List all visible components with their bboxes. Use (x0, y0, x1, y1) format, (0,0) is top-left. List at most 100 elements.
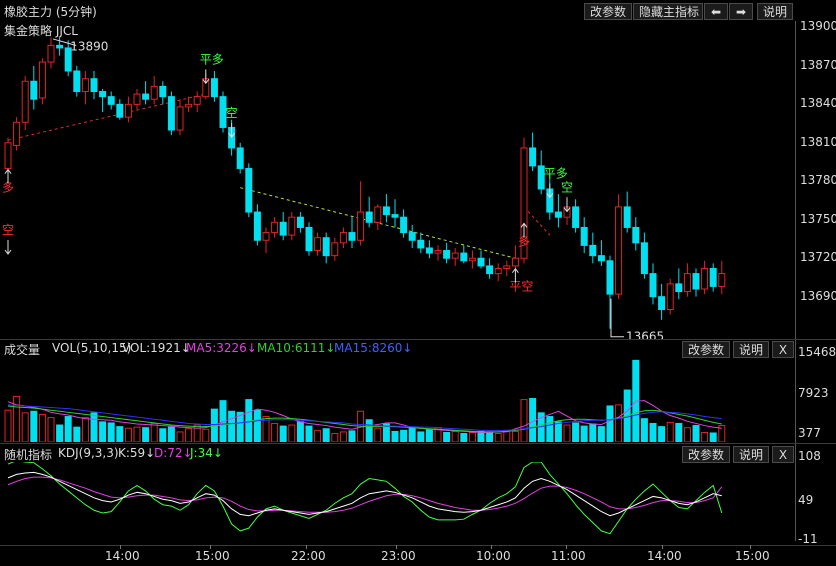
candle-body (434, 250, 442, 254)
high-label: 13890 (70, 40, 108, 54)
time-tick-mark (396, 545, 397, 549)
candle-body (193, 96, 201, 105)
time-tick-mark (662, 545, 663, 549)
price-tick-label: 13870 (800, 57, 836, 72)
volume-bar (56, 424, 64, 442)
scroll-left-button[interactable]: ⬅ (704, 3, 728, 20)
volume-ma5-line (7, 400, 722, 433)
candle-body (305, 226, 313, 252)
candle-body (90, 78, 98, 93)
price-tick-label: 13900 (800, 19, 836, 34)
volume-bar (296, 421, 304, 442)
candle-body (288, 216, 296, 236)
volume-bar (520, 399, 528, 442)
volume-bar (589, 423, 597, 442)
volume-bar (81, 417, 89, 442)
price-tick-label: 13690 (800, 288, 836, 303)
vol-params-button[interactable]: 改参数 (682, 341, 730, 358)
candle-body (47, 44, 55, 63)
kdj-axis-bottom: -11 (798, 532, 818, 546)
change-params-button[interactable]: 改参数 (584, 3, 632, 20)
scroll-right-button[interactable]: ➡ (729, 3, 753, 20)
signal-arrow-icon (4, 240, 12, 255)
volume-bar (408, 427, 416, 442)
kdj-panel-name: 随机指标 (4, 448, 53, 462)
vol-ma10-value: MA10:6111↓ (257, 341, 336, 355)
volume-chart[interactable] (0, 358, 795, 442)
volume-bar (546, 416, 554, 442)
volume-bar (554, 421, 562, 442)
volume-bar (30, 410, 38, 442)
kdj-close-button[interactable]: X (772, 446, 794, 463)
candle-body (417, 239, 425, 249)
candle-body (391, 214, 399, 218)
volume-bar (640, 418, 648, 442)
volume-bar (666, 421, 674, 442)
volume-bar (511, 430, 519, 442)
volume-bar (107, 422, 115, 442)
candle-body (314, 237, 322, 252)
candle-body (348, 232, 356, 241)
volume-bar (580, 425, 588, 442)
kdj-params-button[interactable]: 改参数 (682, 446, 730, 463)
volume-bar (451, 430, 459, 442)
volume-bar (365, 419, 373, 442)
volume-bar (159, 428, 167, 442)
volume-bar (468, 431, 476, 442)
candle-body (400, 216, 408, 234)
candle-body (99, 91, 107, 98)
volume-bar (443, 431, 451, 442)
vol-ma5-value: MA5:3226↓ (186, 341, 257, 355)
close-icon: X (778, 448, 788, 462)
volume-bar (193, 424, 201, 442)
candle-body (21, 80, 29, 123)
candle-body (185, 103, 193, 108)
signal-flat-long-label: 平多 (200, 52, 224, 66)
kdj-help-button[interactable]: 说明 (733, 446, 769, 463)
volume-bar (21, 412, 29, 442)
instrument-title: 橡胶主力 (5分钟) (4, 5, 97, 19)
candle-body (666, 283, 674, 311)
volume-bar (13, 395, 21, 442)
volume-bar (331, 433, 339, 442)
kdj-chart[interactable] (0, 462, 795, 544)
kdj-axis-mid: 49 (798, 493, 814, 507)
candle-body (176, 106, 184, 131)
candle-body (443, 250, 451, 259)
vol-help-button[interactable]: 说明 (733, 341, 769, 358)
candle-body (322, 237, 330, 257)
candle-body (210, 78, 218, 98)
candle-body (253, 211, 261, 241)
vol-formula: VOL(5,10,15) (52, 341, 132, 355)
arrow-left-icon: ⬅ (710, 5, 722, 19)
volume-bar (4, 409, 12, 442)
kdj-k-value: K:59↓ (118, 446, 156, 460)
candle-body (236, 147, 244, 169)
candle-body (597, 255, 605, 262)
volume-bar (38, 413, 46, 442)
candle-body (296, 216, 304, 228)
vol-close-button[interactable]: X (772, 341, 794, 358)
candle-body (468, 257, 476, 262)
time-tick-label: 11:00 (551, 549, 586, 563)
volume-bar (176, 431, 184, 442)
volume-bar (322, 428, 330, 442)
strategy-line-long (7, 93, 206, 141)
candle-body (331, 242, 339, 257)
vol-panel-name: 成交量 (4, 343, 41, 357)
candle-body (339, 232, 347, 244)
volume-bar (572, 422, 580, 442)
price-tick-label: 13780 (800, 173, 836, 188)
volume-bar (73, 426, 81, 442)
price-chart[interactable]: 1389013665多空平多空平空多平多空 (0, 21, 836, 339)
candle-body (503, 265, 511, 269)
signal-arrow-icon (202, 69, 210, 85)
help-button[interactable]: 说明 (757, 3, 793, 20)
candle-body (262, 232, 270, 241)
candle-body (460, 252, 468, 262)
hide-main-indicator-button[interactable]: 隐藏主指标 (633, 3, 703, 20)
candle-body (486, 265, 494, 275)
volume-bar (339, 431, 347, 442)
volume-bar (279, 425, 287, 442)
candle-body (382, 206, 390, 216)
